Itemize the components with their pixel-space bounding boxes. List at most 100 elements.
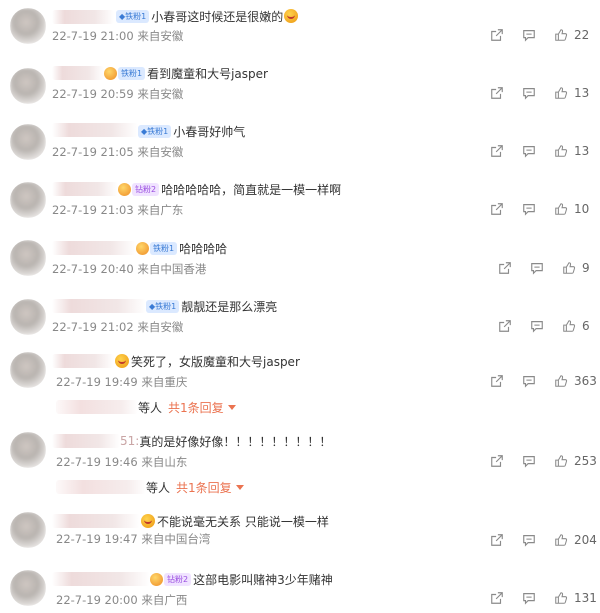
share-icon[interactable]	[490, 533, 504, 547]
avatar[interactable]	[10, 240, 46, 276]
comment-meta: 22-7-19 20:00 来自广西	[56, 593, 188, 607]
comment-text: 靓靓还是那么漂亮	[181, 299, 278, 314]
avatar[interactable]	[10, 124, 46, 160]
comment-meta: 22-7-19 21:00 来自安徽	[52, 29, 184, 43]
comment-icon[interactable]	[522, 28, 536, 42]
comment-icon[interactable]	[522, 202, 536, 216]
badge-icon	[118, 182, 131, 196]
thumbs-up-icon[interactable]	[554, 591, 568, 605]
comment-actions: 6	[498, 319, 600, 333]
username-redacted	[52, 299, 146, 313]
comment-meta: 22-7-19 20:40 来自中国香港	[52, 262, 207, 276]
comment-text: 哈哈哈哈哈，简直就是一模一样啊	[161, 182, 342, 197]
comment-icon[interactable]	[530, 261, 544, 275]
like-count: 13	[574, 144, 590, 158]
comment-actions: 253	[490, 454, 597, 468]
share-icon[interactable]	[498, 261, 512, 275]
thumbs-up-icon[interactable]	[554, 86, 568, 100]
reply-count-link[interactable]: 共1条回复	[168, 399, 224, 416]
comment-icon[interactable]	[522, 533, 536, 547]
share-icon[interactable]	[490, 454, 504, 468]
comment-text: 不能说毫无关系 只能说一模一样	[157, 514, 329, 529]
comment-icon[interactable]	[522, 374, 536, 388]
badge-icon	[104, 66, 117, 80]
avatar[interactable]	[10, 570, 46, 606]
thumbs-up-icon[interactable]	[554, 144, 568, 158]
caret-down-icon[interactable]	[227, 404, 236, 410]
thumbs-up-icon[interactable]	[554, 374, 568, 388]
thumbs-up-icon[interactable]	[554, 202, 568, 216]
like-count: 22	[574, 28, 590, 42]
comment-actions: 9	[498, 261, 600, 275]
fan-badge: ◆ 铁粉1	[146, 299, 180, 313]
comment-actions: 10	[490, 202, 594, 216]
comment-actions: 363	[490, 374, 597, 388]
like-count: 363	[574, 374, 597, 388]
avatar[interactable]	[10, 299, 46, 335]
comment-actions: 13	[490, 144, 594, 158]
avatar[interactable]	[10, 512, 46, 548]
reply-user-redacted	[56, 480, 146, 494]
emoji-icon	[115, 354, 129, 368]
caret-down-icon[interactable]	[235, 484, 244, 490]
username-redacted	[52, 241, 136, 255]
thumbs-up-icon[interactable]	[562, 261, 576, 275]
share-icon[interactable]	[490, 144, 504, 158]
comment-meta: 22-7-19 19:47 来自中国台湾	[56, 532, 211, 546]
reply-user-redacted	[56, 400, 138, 414]
emoji-icon	[141, 514, 155, 528]
comment-text: 看到魔童和大号jasper	[147, 66, 268, 81]
avatar[interactable]	[10, 182, 46, 218]
comment-text: 笑死了，女版魔童和大号jasper	[131, 354, 300, 369]
comment-meta: 22-7-19 21:05 来自安徽	[52, 145, 184, 159]
avatar[interactable]	[10, 8, 46, 44]
thumbs-up-icon[interactable]	[562, 319, 576, 333]
reply-summary[interactable]: 等人 共1条回复	[146, 478, 244, 496]
reply-summary[interactable]: 等人 共1条回复	[138, 398, 236, 416]
share-icon[interactable]	[498, 319, 512, 333]
share-icon[interactable]	[490, 374, 504, 388]
comment-icon[interactable]	[522, 144, 536, 158]
thumbs-up-icon[interactable]	[554, 28, 568, 42]
username-redacted	[52, 182, 118, 196]
fan-badge: ◆ 铁粉1	[116, 9, 150, 23]
username-redacted	[52, 123, 138, 137]
share-icon[interactable]	[490, 202, 504, 216]
reply-suffix: 等人	[138, 400, 163, 415]
comment-icon[interactable]	[522, 454, 536, 468]
like-count: 131	[574, 591, 597, 605]
comment-text: 小春哥好帅气	[173, 124, 246, 139]
fan-badge: 钻粉2	[132, 182, 160, 196]
comment-actions: 13	[490, 86, 594, 100]
like-count: 9	[582, 261, 590, 275]
like-count: 6	[582, 319, 590, 333]
thumbs-up-icon[interactable]	[554, 454, 568, 468]
fan-badge: ◆ 铁粉1	[138, 124, 172, 138]
avatar[interactable]	[10, 68, 46, 104]
reply-count-link[interactable]: 共1条回复	[176, 479, 232, 496]
comment-text: 真的是好像好像！！！！！！！！！	[139, 434, 332, 449]
username-redacted	[52, 354, 114, 368]
comment-text: 这部电影叫赌神3少年赌神	[193, 572, 333, 587]
comment-icon[interactable]	[522, 86, 536, 100]
username-redacted	[52, 514, 140, 528]
username-redacted	[52, 572, 150, 586]
reply-suffix: 等人	[146, 480, 171, 495]
comment-icon[interactable]	[530, 319, 544, 333]
avatar[interactable]	[10, 352, 46, 388]
share-icon[interactable]	[490, 86, 504, 100]
comment-meta: 22-7-19 19:46 来自山东	[56, 455, 188, 469]
badge-icon	[136, 241, 149, 255]
share-icon[interactable]	[490, 591, 504, 605]
comment-icon[interactable]	[522, 591, 536, 605]
avatar[interactable]	[10, 432, 46, 468]
share-icon[interactable]	[490, 28, 504, 42]
comment-actions: 131	[490, 591, 597, 605]
like-count: 13	[574, 86, 590, 100]
username-redacted	[52, 434, 120, 448]
username-redacted	[52, 66, 104, 80]
comment-meta: 22-7-19 21:03 来自广东	[52, 203, 184, 217]
comment-actions: 22	[490, 28, 594, 42]
emoji-icon	[284, 9, 299, 23]
thumbs-up-icon[interactable]	[554, 533, 568, 547]
